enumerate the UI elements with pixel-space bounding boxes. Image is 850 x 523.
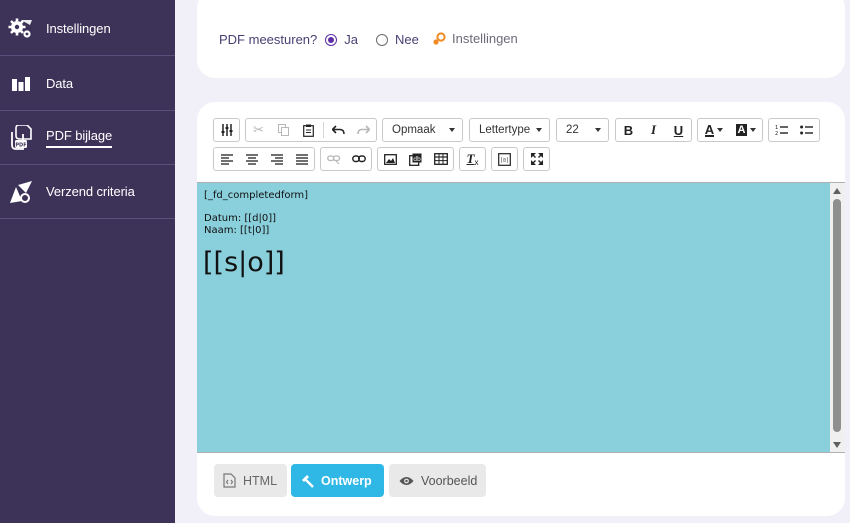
design-mode-button[interactable]: Ontwerp <box>291 464 384 497</box>
sidebar-item-label: PDF bijlage <box>46 128 112 148</box>
italic-icon[interactable]: I <box>641 119 666 141</box>
sidebar-item-verzend-criteria[interactable]: Verzend criteria <box>0 165 175 219</box>
align-justify-icon[interactable] <box>289 148 314 170</box>
align-center-icon[interactable] <box>239 148 264 170</box>
sidebar-item-label: Instellingen <box>46 21 111 36</box>
html-mode-label: HTML <box>243 473 278 488</box>
toolbar-group-maximize <box>523 147 550 171</box>
font-select-value: Lettertype <box>479 124 531 136</box>
radio-nee-label: Nee <box>395 32 419 47</box>
table-icon[interactable] <box>428 148 453 170</box>
pdf-send-question: PDF meesturen? <box>219 32 318 47</box>
maximize-icon[interactable] <box>524 148 549 170</box>
format-select[interactable]: Opmaak <box>382 118 463 142</box>
gears-icon <box>8 16 34 42</box>
underline-icon[interactable]: U <box>666 119 691 141</box>
numbered-list-icon[interactable]: 12 <box>769 119 794 141</box>
chevron-down-icon <box>449 128 455 132</box>
pdf-settings-label: Instellingen <box>452 31 518 46</box>
background-color-icon[interactable]: A <box>730 119 762 141</box>
font-size-select[interactable]: 22 <box>556 118 609 142</box>
sidebar-item-label: Data <box>46 76 74 91</box>
toolbar-group-insert: db <box>377 147 454 171</box>
clear-format-icon[interactable]: Tx <box>460 148 485 170</box>
toolbar-group-source <box>213 118 240 142</box>
toolbar-group-links <box>320 147 372 171</box>
bar-chart-icon <box>8 71 34 97</box>
editor-toolbar-row-1: ✂ Opmaak Lettertype 22 B I U A A 1 2 <box>213 118 825 142</box>
design-mode-label: Ontwerp <box>321 473 372 488</box>
toolbar-group-source-code: [⊡] <box>491 147 518 171</box>
source-code-icon[interactable]: [⊡] <box>492 148 517 170</box>
link-icon[interactable] <box>346 148 371 170</box>
radio-nee[interactable] <box>376 33 388 46</box>
paste-icon[interactable] <box>296 119 321 141</box>
pdf-settings-link[interactable]: Instellingen <box>432 31 518 46</box>
editor-line: [_fd_completedform] <box>204 190 309 201</box>
redo-icon[interactable] <box>351 119 376 141</box>
editor-content-area[interactable]: [_fd_completedform] Datum: [[d|0]] Naam:… <box>197 182 845 453</box>
bullet-list-icon[interactable] <box>794 119 819 141</box>
toolbar-group-style: B I U <box>615 118 692 142</box>
toolbar-group-color: A A <box>697 118 763 142</box>
preview-mode-button[interactable]: Voorbeeld <box>389 464 486 497</box>
copy-icon[interactable] <box>271 119 296 141</box>
hammer-icon <box>300 474 314 488</box>
align-right-icon[interactable] <box>264 148 289 170</box>
sliders-icon[interactable] <box>214 119 239 141</box>
text-color-icon[interactable]: A <box>698 119 730 141</box>
sidebar: Instellingen Data PDF PDF bijlage Verzen… <box>0 0 175 523</box>
send-criteria-icon <box>8 179 34 205</box>
scroll-down-arrow[interactable] <box>833 442 841 448</box>
bold-icon[interactable]: B <box>616 119 641 141</box>
chevron-down-icon <box>595 128 601 132</box>
toolbar-group-clear: Tx <box>459 147 486 171</box>
svg-text:[⊡]: [⊡] <box>500 157 509 163</box>
html-mode-button[interactable]: HTML <box>214 464 287 497</box>
sidebar-item-pdf-bijlage[interactable]: PDF PDF bijlage <box>0 111 175 165</box>
editor-line: [[s|o]] <box>203 247 285 278</box>
svg-text:2: 2 <box>775 131 778 136</box>
gear-icon <box>432 31 446 46</box>
toolbar-group-lists: 12 <box>768 118 820 142</box>
toolbar-group-align <box>213 147 315 171</box>
editor-toolbar-row-2: db Tx [⊡] <box>213 147 555 171</box>
svg-text:db: db <box>413 155 421 162</box>
editor-line: Datum: [[d|0]] <box>204 213 277 224</box>
scroll-thumb[interactable] <box>833 199 841 432</box>
undo-icon[interactable] <box>326 119 351 141</box>
font-size-value: 22 <box>566 124 579 136</box>
sidebar-item-data[interactable]: Data <box>0 57 175 111</box>
radio-ja-label: Ja <box>344 32 358 47</box>
format-select-value: Opmaak <box>392 124 436 136</box>
pdf-attachment-icon: PDF <box>8 124 34 151</box>
editor-scrollbar[interactable] <box>830 183 845 452</box>
svg-text:PDF: PDF <box>15 142 26 148</box>
image-icon[interactable] <box>378 148 403 170</box>
eye-icon <box>399 476 414 486</box>
pdf-send-option: PDF meesturen? Ja Nee <box>219 32 419 47</box>
insert-field-icon[interactable]: db <box>403 148 428 170</box>
radio-ja[interactable] <box>325 33 338 46</box>
sidebar-item-label: Verzend criteria <box>46 184 135 199</box>
chevron-down-icon <box>536 128 543 132</box>
font-select[interactable]: Lettertype <box>469 118 550 142</box>
code-file-icon <box>223 473 236 488</box>
editor-line: Naam: [[t|0]] <box>204 225 270 236</box>
scroll-up-arrow[interactable] <box>833 188 841 194</box>
cut-icon[interactable]: ✂ <box>246 119 271 141</box>
toolbar-group-clipboard: ✂ <box>245 118 377 142</box>
unlink-icon[interactable] <box>321 148 346 170</box>
preview-mode-label: Voorbeeld <box>421 473 478 488</box>
align-left-icon[interactable] <box>214 148 239 170</box>
sidebar-item-instellingen[interactable]: Instellingen <box>0 2 175 56</box>
